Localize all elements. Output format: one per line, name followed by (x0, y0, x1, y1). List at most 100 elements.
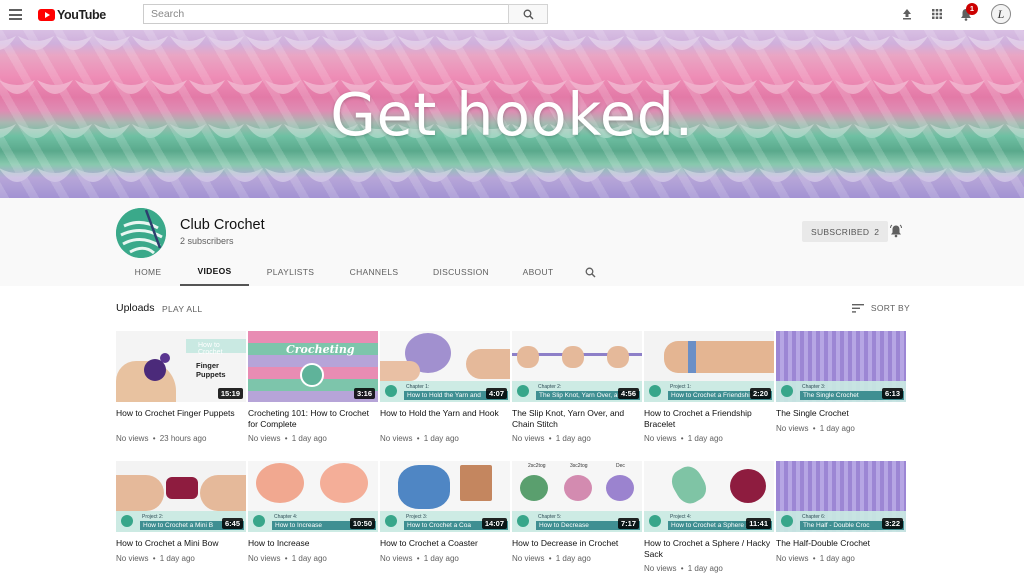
yarn-stitch (455, 168, 491, 182)
video-duration: 15:19 (217, 388, 243, 399)
thumbnail-art (320, 463, 368, 503)
tab-about[interactable]: ABOUT (506, 258, 570, 286)
yarn-stitch (626, 36, 662, 50)
yarn-ball-logo-icon (649, 515, 661, 527)
video-age: 1 day ago (555, 554, 591, 563)
video-card[interactable]: How to Crochet Finger Puppets 15:19 How … (116, 331, 246, 446)
video-views: No views (116, 554, 149, 563)
thumbnail-chapter: Chapter 5: (538, 514, 562, 520)
video-thumbnail[interactable]: Chapter 4: How to Increase 10:50 (248, 461, 378, 532)
yarn-stitch (949, 168, 985, 182)
video-title[interactable]: How to Decrease in Crochet (512, 538, 642, 549)
video-title[interactable]: The Single Crochet (776, 408, 906, 419)
video-thumbnail[interactable]: Crocheting 3:16 (248, 331, 378, 402)
video-views: No views (380, 434, 413, 443)
thumbnail-chapter: Chapter 4: (274, 514, 298, 520)
video-card[interactable]: Chapter 1: How to Hold the Yarn and 4:07… (380, 331, 510, 446)
search-input[interactable] (143, 4, 508, 24)
video-thumbnail[interactable]: Chapter 2: The Slip Knot, Yarn Over, and… (512, 331, 642, 402)
thumbnail-chapter: Chapter 1: (406, 384, 430, 390)
uploads-section-header: Uploads PLAY ALL SORT BY (116, 302, 910, 316)
video-title[interactable]: How to Crochet a Sphere / Hacky Sack (644, 538, 774, 559)
video-meta: No views • 1 day ago (248, 554, 378, 563)
subscribed-label: SUBSCRIBED (811, 226, 870, 237)
youtube-logo[interactable]: YouTube (38, 7, 106, 23)
play-logo-icon (38, 9, 55, 21)
play-all-button[interactable]: PLAY ALL (162, 304, 202, 314)
video-title[interactable]: How to Crochet a Coaster (380, 538, 510, 549)
channel-avatar[interactable] (116, 208, 166, 258)
tab-channels[interactable]: CHANNELS (332, 258, 416, 286)
thumbnail-art (300, 363, 324, 387)
yarn-ball-logo-icon (121, 515, 133, 527)
video-thumbnail[interactable]: 2sc2tog 3sc2tog Dec Chapter 5: How to De… (512, 461, 642, 532)
thumbnail-art (520, 475, 548, 501)
yarn-stitch (246, 36, 282, 50)
video-age: 1 day ago (423, 434, 459, 443)
video-card[interactable]: Project 3: How to Crochet a Coa 14:07 Ho… (380, 461, 510, 576)
video-title[interactable]: How to Crochet a Friendship Bracelet (644, 408, 774, 429)
yarn-stitch (94, 36, 130, 50)
video-card[interactable]: 2sc2tog 3sc2tog Dec Chapter 5: How to De… (512, 461, 642, 576)
menu-icon[interactable] (9, 9, 22, 20)
video-thumbnail[interactable]: Project 1: How to Crochet a Friendship B… (644, 331, 774, 402)
video-card[interactable]: Chapter 3: The Single Crochet 6:13 The S… (776, 331, 906, 446)
video-card[interactable]: Project 4: How to Crochet a Sphere / H 1… (644, 461, 774, 576)
video-duration: 4:56 (617, 388, 639, 399)
yarn-stitch (550, 36, 586, 50)
channel-notification-bell-icon[interactable] (889, 224, 903, 238)
video-card[interactable]: Chapter 2: The Slip Knot, Yarn Over, and… (512, 331, 642, 446)
video-age: 1 day ago (555, 434, 591, 443)
video-duration: 4:07 (485, 388, 507, 399)
video-views: No views (248, 434, 281, 443)
sort-icon (851, 303, 864, 313)
tab-playlists[interactable]: PLAYLISTS (249, 258, 332, 286)
video-thumbnail[interactable]: Chapter 6: The Half - Double Croc 3:22 (776, 461, 906, 532)
sort-by-button[interactable]: SORT BY (851, 303, 910, 313)
video-age: 23 hours ago (159, 434, 207, 443)
video-thumbnail[interactable]: Project 3: How to Crochet a Coa 14:07 (380, 461, 510, 532)
video-meta: No views • 1 day ago (380, 434, 510, 443)
video-views: No views (116, 434, 149, 443)
logo-text: YouTube (57, 8, 106, 22)
video-card[interactable]: Crocheting 3:16 Crocheting 101: How to C… (248, 331, 378, 446)
tab-videos[interactable]: VIDEOS (180, 258, 249, 286)
video-views: No views (644, 434, 677, 443)
video-duration: 14:07 (481, 518, 507, 529)
upload-icon[interactable] (899, 6, 915, 22)
meta-separator: • (548, 434, 552, 443)
video-thumbnail[interactable]: How to Crochet Finger Puppets 15:19 (116, 331, 246, 402)
channel-search-icon[interactable] (570, 258, 610, 286)
video-card[interactable]: Project 2: How to Crochet a Mini B 6:45 … (116, 461, 246, 576)
video-thumbnail[interactable]: Chapter 3: The Single Crochet 6:13 (776, 331, 906, 402)
tab-home[interactable]: HOME (116, 258, 180, 286)
apps-grid-icon[interactable] (929, 6, 945, 22)
video-title[interactable]: The Half-Double Crochet (776, 538, 906, 549)
video-title[interactable]: How to Hold the Yarn and Hook (380, 408, 510, 419)
video-title[interactable]: How to Increase (248, 538, 378, 549)
section-title: Uploads (116, 302, 155, 314)
yarn-stitch (930, 36, 966, 50)
yarn-stitch (816, 36, 852, 50)
video-card[interactable]: Project 1: How to Crochet a Friendship B… (644, 331, 774, 446)
video-meta: No views • 1 day ago (644, 434, 774, 443)
search-button[interactable] (508, 4, 548, 24)
video-title[interactable]: How to Crochet Finger Puppets (116, 408, 246, 419)
yarn-stitch (132, 36, 168, 50)
yarn-stitch (968, 36, 1004, 50)
video-thumbnail[interactable]: Project 2: How to Crochet a Mini B 6:45 (116, 461, 246, 532)
thumbnail-art: Dec (616, 463, 625, 469)
yarn-stitch (18, 36, 54, 50)
video-thumbnail[interactable]: Chapter 1: How to Hold the Yarn and 4:07 (380, 331, 510, 402)
video-title[interactable]: The Slip Knot, Yarn Over, and Chain Stit… (512, 408, 642, 429)
yarn-stitch (911, 168, 947, 182)
video-title[interactable]: Crocheting 101: How to Crochet for Compl… (248, 408, 378, 429)
video-meta: No views • 1 day ago (644, 564, 774, 573)
tab-discussion[interactable]: DISCUSSION (416, 258, 506, 286)
video-card[interactable]: Chapter 6: The Half - Double Croc 3:22 T… (776, 461, 906, 576)
video-title[interactable]: How to Crochet a Mini Bow (116, 538, 246, 549)
subscribed-button[interactable]: SUBSCRIBED 2 (802, 221, 889, 242)
account-avatar[interactable]: L (991, 4, 1011, 24)
video-card[interactable]: Chapter 4: How to Increase 10:50 How to … (248, 461, 378, 576)
video-thumbnail[interactable]: Project 4: How to Crochet a Sphere / H 1… (644, 461, 774, 532)
